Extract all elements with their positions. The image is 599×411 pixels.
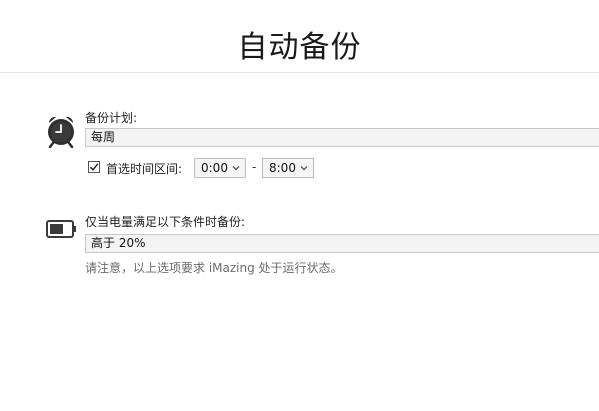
- checkmark-icon: [89, 163, 99, 171]
- header-divider: [0, 72, 599, 73]
- alarm-clock-icon: [45, 114, 77, 149]
- power-select[interactable]: 高于 20%: [85, 234, 599, 253]
- start-time-value: 0:00: [201, 161, 228, 175]
- schedule-label: 备份计划:: [85, 111, 138, 125]
- start-time-select[interactable]: 0:00: [194, 158, 246, 178]
- page-title: 自动备份: [237, 30, 362, 65]
- chevron-down-icon: [300, 166, 308, 171]
- power-note: 请注意，以上选项要求 iMazing 处于运行状态。: [85, 261, 343, 275]
- preferred-range-checkbox[interactable]: [88, 161, 100, 173]
- battery-icon: [46, 219, 77, 239]
- schedule-select[interactable]: 每周: [85, 128, 599, 147]
- preferred-range-label: 首选时间区间:: [106, 162, 183, 176]
- end-time-value: 8:00: [269, 161, 296, 175]
- end-time-select[interactable]: 8:00: [262, 158, 314, 178]
- power-label: 仅当电量满足以下条件时备份:: [85, 215, 246, 229]
- range-separator: -: [252, 160, 257, 174]
- chevron-down-icon: [232, 166, 240, 171]
